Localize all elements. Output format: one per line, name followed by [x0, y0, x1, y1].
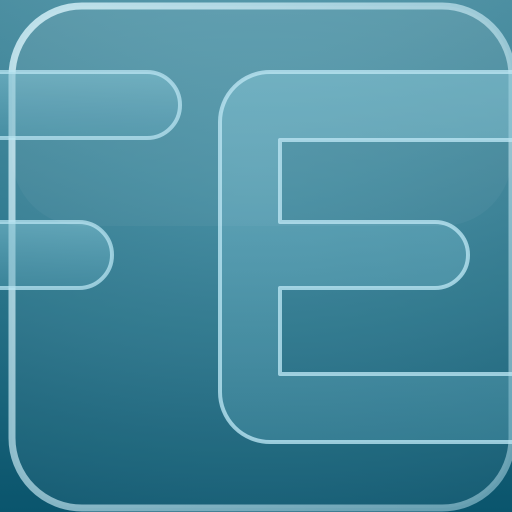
app-icon[interactable]	[0, 0, 512, 512]
fe-monogram-icon	[0, 0, 512, 512]
